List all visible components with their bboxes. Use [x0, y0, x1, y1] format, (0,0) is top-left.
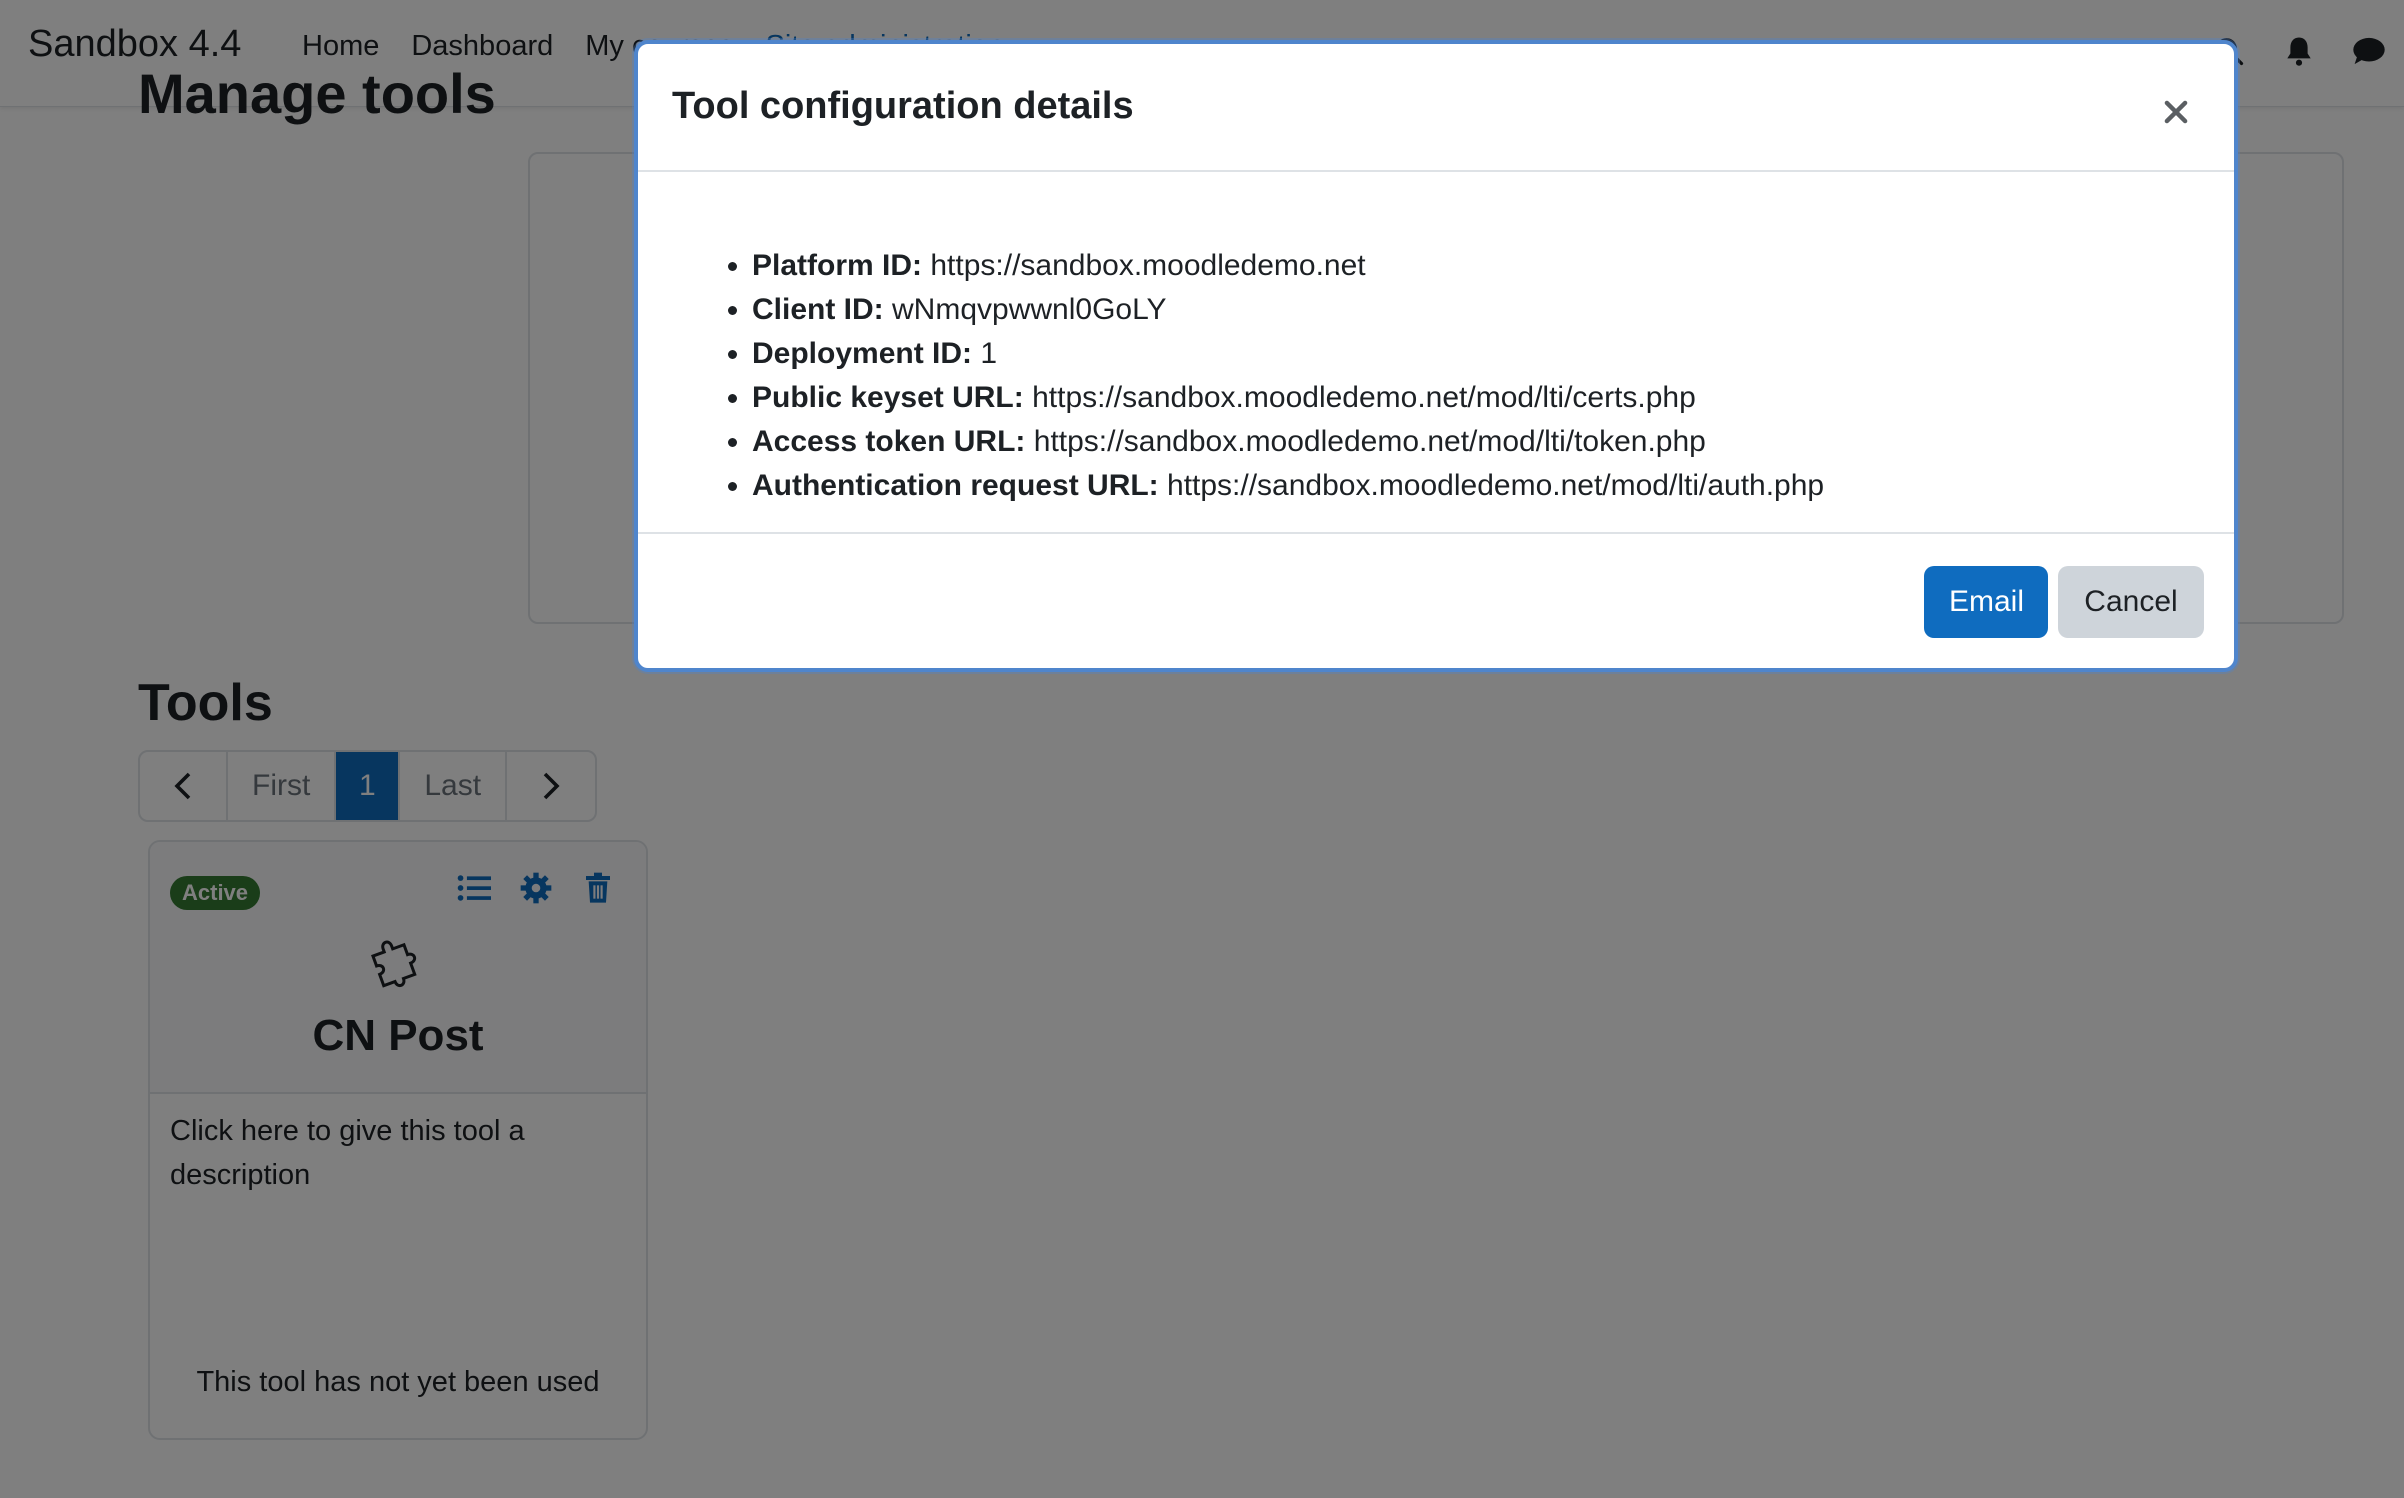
detail-authentication-request-url: Authentication request URL: https://sand…: [752, 464, 1824, 508]
cancel-button[interactable]: Cancel: [2058, 566, 2204, 638]
detail-client-id: Client ID: wNmqvpwwnl0GoLY: [752, 288, 1824, 332]
detail-access-token-url: Access token URL: https://sandbox.moodle…: [752, 420, 1824, 464]
email-button[interactable]: Email: [1924, 566, 2048, 638]
tool-configuration-modal: Tool configuration details Platform ID: …: [634, 40, 2238, 672]
detail-platform-id: Platform ID: https://sandbox.moodledemo.…: [752, 244, 1824, 288]
modal-body: Platform ID: https://sandbox.moodledemo.…: [638, 174, 2234, 572]
modal-header: Tool configuration details: [638, 44, 2234, 172]
close-icon[interactable]: [2154, 90, 2198, 134]
detail-public-keyset-url: Public keyset URL: https://sandbox.moodl…: [752, 376, 1824, 420]
configuration-details-list: Platform ID: https://sandbox.moodledemo.…: [638, 244, 1824, 508]
detail-deployment-id: Deployment ID: 1: [752, 332, 1824, 376]
modal-title: Tool configuration details: [672, 85, 1134, 127]
modal-footer: Email Cancel: [638, 532, 2234, 668]
